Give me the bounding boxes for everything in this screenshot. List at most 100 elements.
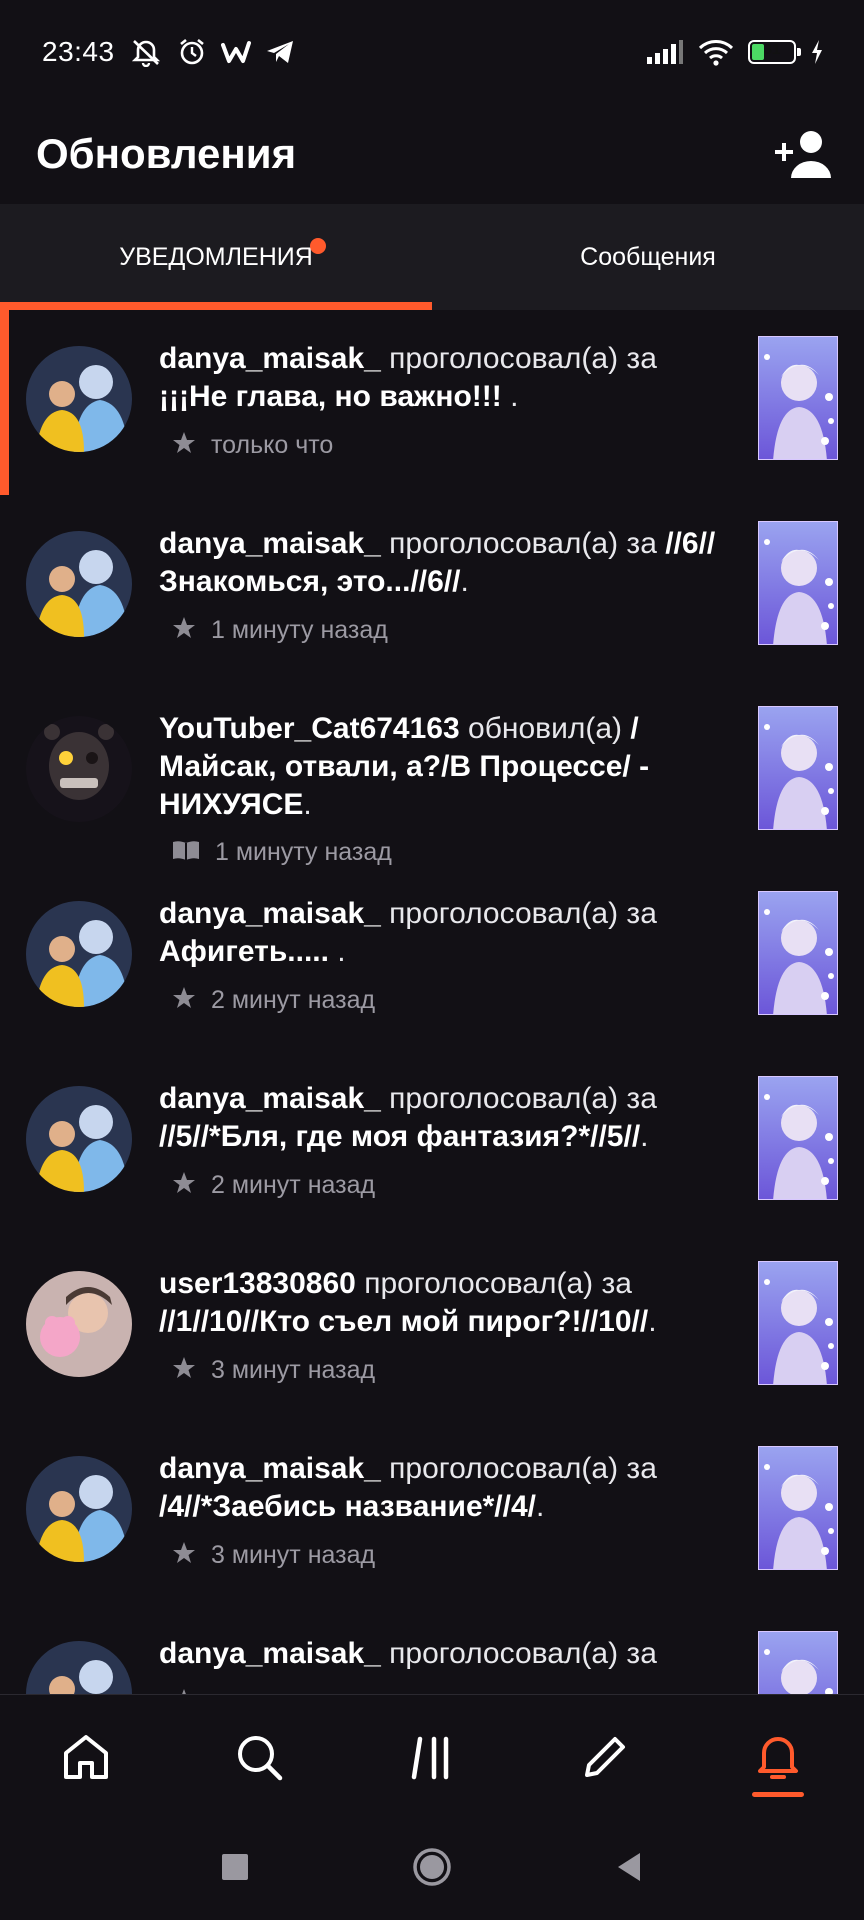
star-icon [171,1687,197,1694]
charging-icon [810,39,824,65]
notification-row[interactable]: danya_maisak_ проголосовал(а) за //5//*Б… [0,1050,864,1235]
notification-feed[interactable]: danya_maisak_ проголосовал(а) за ¡¡¡Не г… [0,310,864,1694]
story-cover-thumbnail[interactable] [758,706,838,830]
story-cover-thumbnail[interactable] [758,1446,838,1570]
search-icon [238,1736,283,1781]
notification-row[interactable]: user13830860 проголосовал(а) за //1//10/… [0,1235,864,1420]
write-icon [584,1737,625,1777]
notification-tail: . [303,788,312,821]
notification-content: YouTuber_Cat674163 обновил(а) /Майсак, о… [159,710,729,867]
star-icon [171,1170,197,1201]
add-user-button[interactable] [772,122,836,186]
notification-action: обновил(а) [468,712,623,745]
notification-row[interactable]: danya_maisak_ проголосовал(а) за [0,1605,864,1694]
notification-username[interactable]: danya_maisak_ [159,1637,381,1670]
notification-meta: 3 минут назад [159,1540,729,1571]
notification-row[interactable]: danya_maisak_ проголосовал(а) за Афигеть… [0,865,864,1050]
avatar[interactable] [26,716,132,822]
avatar[interactable] [26,1086,132,1192]
story-cover-thumbnail[interactable] [758,1261,838,1385]
avatar[interactable] [26,1271,132,1377]
notification-message: danya_maisak_ проголосовал(а) за //5//*Б… [159,1080,729,1156]
unread-dot [310,238,326,254]
notification-username[interactable]: user13830860 [159,1267,356,1300]
tab-notifications[interactable]: УВЕДОМЛЕНИЯ [0,204,432,310]
avatar[interactable] [26,531,132,637]
story-cover-thumbnail[interactable] [758,1631,838,1694]
notification-meta: 2 минут назад [159,985,729,1016]
notification-username[interactable]: danya_maisak_ [159,527,381,560]
notification-story-title[interactable]: //1//10//Кто съел мой пирог?!//10// [159,1305,648,1338]
add-user-icon [775,131,831,178]
avatar[interactable] [26,901,132,1007]
notification-action: проголосовал(а) за [389,1452,657,1485]
notification-story-title[interactable]: //5//*Бля, где моя фантазия?*//5// [159,1120,640,1153]
notification-meta [159,1687,729,1694]
story-cover-thumbnail[interactable] [758,336,838,460]
nav-search-button[interactable] [209,1707,309,1807]
notification-message: danya_maisak_ проголосовал(а) за /4//*За… [159,1450,729,1526]
page-title: Обновления [36,130,297,177]
notification-tail: . [328,935,346,968]
notification-message: user13830860 проголосовал(а) за //1//10/… [159,1265,729,1341]
nav-notifications-button[interactable] [728,1707,828,1807]
battery-icon: 31 [748,40,801,64]
mute-notifications-icon [129,37,163,67]
star-icon [171,1540,197,1571]
bottom-navigation [0,1694,864,1819]
star-icon [171,1355,197,1386]
story-cover-thumbnail[interactable] [758,521,838,645]
story-cover-thumbnail[interactable] [758,1076,838,1200]
story-cover-thumbnail[interactable] [758,891,838,1015]
notification-row[interactable]: danya_maisak_ проголосовал(а) за ¡¡¡Не г… [0,310,864,495]
notification-story-title[interactable]: /4//*Заебись название*//4/ [159,1490,536,1523]
notification-content: danya_maisak_ проголосовал(а) за [159,1635,729,1694]
back-button[interactable] [614,1851,644,1888]
nav-library-button[interactable] [382,1707,482,1807]
avatar[interactable] [26,346,132,452]
signal-icon [646,39,684,65]
avatar[interactable] [26,1641,132,1694]
notification-time: только что [211,431,334,459]
notification-meta: 3 минут назад [159,1355,729,1386]
notification-username[interactable]: danya_maisak_ [159,1082,381,1115]
notification-action: проголосовал(а) за [389,1082,657,1115]
notification-tail: . [648,1305,657,1338]
tab-messages[interactable]: Сообщения [432,204,864,310]
notification-action: проголосовал(а) за [389,897,657,930]
notification-content: danya_maisak_ проголосовал(а) за ¡¡¡Не г… [159,340,729,461]
notification-story-title[interactable]: ¡¡¡Не глава, но важно!!! [159,380,502,413]
notification-message: danya_maisak_ проголосовал(а) за //6//Зн… [159,525,729,601]
notification-username[interactable]: YouTuber_Cat674163 [159,712,460,745]
notification-story-title[interactable]: Афигеть..... [159,935,329,968]
notification-row[interactable]: danya_maisak_ проголосовал(а) за //6//Зн… [0,495,864,680]
notification-username[interactable]: danya_maisak_ [159,897,381,930]
notification-content: danya_maisak_ проголосовал(а) за //6//Зн… [159,525,729,646]
star-icon [171,615,197,646]
notification-time: 2 минут назад [211,986,376,1014]
nav-home-button[interactable] [36,1707,136,1807]
circle-icon [413,1847,451,1886]
wattpad-icon [220,39,251,65]
home-button[interactable] [411,1846,453,1893]
notification-row[interactable]: YouTuber_Cat674163 обновил(а) /Майсак, о… [0,680,864,867]
notification-message: YouTuber_Cat674163 обновил(а) /Майсак, о… [159,710,729,824]
notification-username[interactable]: danya_maisak_ [159,342,381,375]
tab-bar: УВЕДОМЛЕНИЯ Сообщения [0,204,864,310]
library-icon [411,1736,449,1780]
recents-button[interactable] [220,1852,250,1887]
notification-meta: 2 минут назад [159,1170,729,1201]
tab-messages-label: Сообщения [580,242,716,271]
active-nav-indicator [751,1792,804,1797]
notification-tail: . [460,565,469,598]
notification-action: проголосовал(а) за [389,527,657,560]
alarm-icon [177,37,207,67]
book-icon [171,838,201,867]
nav-write-button[interactable] [555,1707,655,1807]
notification-tail: . [501,380,519,413]
notification-username[interactable]: danya_maisak_ [159,1452,381,1485]
avatar[interactable] [26,1456,132,1562]
notification-content: danya_maisak_ проголосовал(а) за Афигеть… [159,895,729,1016]
square-icon [222,1853,249,1880]
notification-row[interactable]: danya_maisak_ проголосовал(а) за /4//*За… [0,1420,864,1605]
